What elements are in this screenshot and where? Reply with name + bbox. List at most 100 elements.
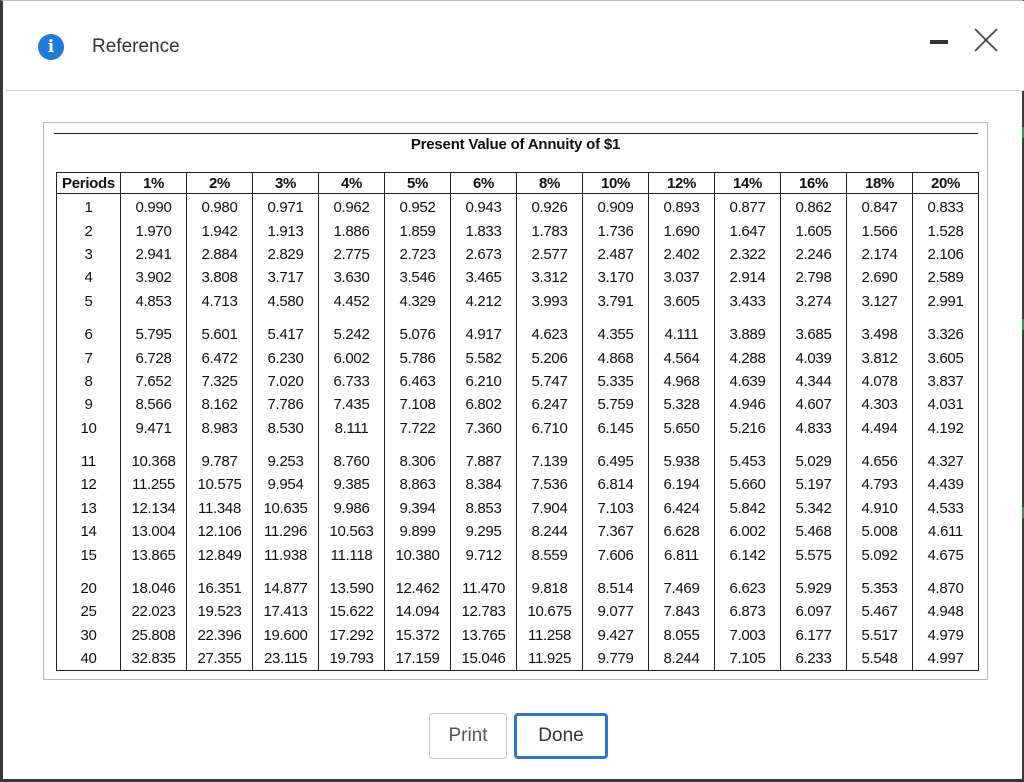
value-cell: 7.103 — [582, 496, 649, 521]
minimize-icon[interactable] — [930, 40, 948, 44]
value-cell: 8.559 — [516, 543, 583, 567]
value-cell: 17.292 — [318, 623, 385, 648]
value-cell: 13.865 — [120, 543, 187, 567]
value-cell: 4.833 — [780, 416, 847, 440]
value-cell: 9.899 — [384, 520, 451, 544]
value-cell: 4.870 — [912, 566, 979, 601]
table-row: 25 22.023 19.523 17.413 15.622 14.094 12.783 10… — [56, 600, 979, 624]
period-cell: 10 — [56, 416, 121, 440]
value-cell: 6.628 — [648, 520, 715, 544]
period-cell: 7 — [56, 346, 121, 370]
done-button[interactable]: Done — [514, 713, 608, 759]
value-cell: 3.498 — [846, 312, 913, 347]
column-header-periods: Periods — [56, 172, 121, 194]
value-cell: 11.258 — [516, 623, 583, 648]
close-icon[interactable] — [972, 26, 1000, 54]
value-cell: 5.468 — [780, 520, 847, 544]
value-cell: 0.893 — [648, 193, 715, 220]
value-cell: 14.877 — [252, 566, 319, 601]
value-cell: 10.575 — [186, 473, 253, 497]
value-cell: 7.606 — [582, 543, 649, 567]
value-cell: 0.847 — [846, 193, 913, 220]
value-cell: 3.326 — [912, 312, 979, 347]
value-cell: 7.105 — [714, 647, 781, 671]
value-cell: 1.913 — [252, 219, 319, 243]
value-cell: 6.710 — [516, 416, 583, 440]
print-button[interactable]: Print — [429, 713, 507, 759]
value-cell: 5.548 — [846, 647, 913, 671]
value-cell: 5.453 — [714, 439, 781, 474]
value-cell: 5.335 — [582, 369, 649, 394]
value-cell: 1.942 — [186, 219, 253, 243]
value-cell: 14.094 — [384, 600, 451, 624]
value-cell: 6.495 — [582, 439, 649, 474]
value-cell: 6.814 — [582, 473, 649, 497]
table-row: 14 13.004 12.106 11.296 10.563 9.899 9.295 8.24… — [56, 520, 979, 544]
value-cell: 2.829 — [252, 242, 319, 267]
value-cell: 0.952 — [384, 193, 451, 220]
table-row: 20 18.046 16.351 14.877 13.590 12.462 11.470 9.… — [56, 566, 979, 601]
value-cell: 6.463 — [384, 369, 451, 394]
value-cell: 8.055 — [648, 623, 715, 648]
value-cell: 3.274 — [780, 289, 847, 313]
value-cell: 2.884 — [186, 242, 253, 267]
value-cell: 4.580 — [252, 289, 319, 313]
value-cell: 11.925 — [516, 647, 583, 671]
value-cell: 6.424 — [648, 496, 715, 521]
value-cell: 9.385 — [318, 473, 385, 497]
value-cell: 8.111 — [318, 416, 385, 440]
column-header-rate: 20% — [912, 172, 979, 194]
value-cell: 4.344 — [780, 369, 847, 394]
period-cell: 9 — [56, 393, 121, 417]
column-header-rate: 4% — [318, 172, 385, 194]
value-cell: 4.946 — [714, 393, 781, 417]
value-cell: 9.986 — [318, 496, 385, 521]
value-cell: 16.351 — [186, 566, 253, 601]
value-cell: 9.295 — [450, 520, 517, 544]
dialog-title: Reference — [92, 36, 180, 57]
value-cell: 8.530 — [252, 416, 319, 440]
value-cell: 9.427 — [582, 623, 649, 648]
value-cell: 4.639 — [714, 369, 781, 394]
value-cell: 5.008 — [846, 520, 913, 544]
value-cell: 5.197 — [780, 473, 847, 497]
period-cell: 5 — [56, 289, 121, 313]
value-cell: 0.833 — [912, 193, 979, 220]
value-cell: 23.115 — [252, 647, 319, 671]
value-cell: 22.023 — [120, 600, 187, 624]
value-cell: 1.528 — [912, 219, 979, 243]
value-cell: 9.954 — [252, 473, 319, 497]
value-cell: 19.523 — [186, 600, 253, 624]
value-cell: 18.046 — [120, 566, 187, 601]
value-cell: 2.723 — [384, 242, 451, 267]
value-cell: 3.037 — [648, 266, 715, 290]
value-cell: 7.003 — [714, 623, 781, 648]
value-cell: 6.472 — [186, 346, 253, 370]
title-rule — [54, 133, 978, 134]
value-cell: 4.303 — [846, 393, 913, 417]
value-cell: 3.546 — [384, 266, 451, 290]
column-header-rate: 5% — [384, 172, 451, 194]
value-cell: 4.623 — [516, 312, 583, 347]
value-cell: 5.242 — [318, 312, 385, 347]
value-cell: 15.622 — [318, 600, 385, 624]
value-cell: 5.795 — [120, 312, 187, 347]
value-cell: 5.660 — [714, 473, 781, 497]
value-cell: 7.843 — [648, 600, 715, 624]
value-cell: 4.031 — [912, 393, 979, 417]
value-cell: 4.288 — [714, 346, 781, 370]
value-cell: 2.246 — [780, 242, 847, 267]
value-cell: 4.452 — [318, 289, 385, 313]
value-cell: 0.862 — [780, 193, 847, 220]
value-cell: 0.877 — [714, 193, 781, 220]
value-cell: 2.775 — [318, 242, 385, 267]
value-cell: 4.853 — [120, 289, 187, 313]
column-header-rate: 16% — [780, 172, 847, 194]
value-cell: 2.941 — [120, 242, 187, 267]
value-cell: 4.656 — [846, 439, 913, 474]
value-cell: 2.577 — [516, 242, 583, 267]
value-cell: 8.983 — [186, 416, 253, 440]
value-cell: 11.470 — [450, 566, 517, 601]
value-cell: 27.355 — [186, 647, 253, 671]
value-cell: 1.859 — [384, 219, 451, 243]
